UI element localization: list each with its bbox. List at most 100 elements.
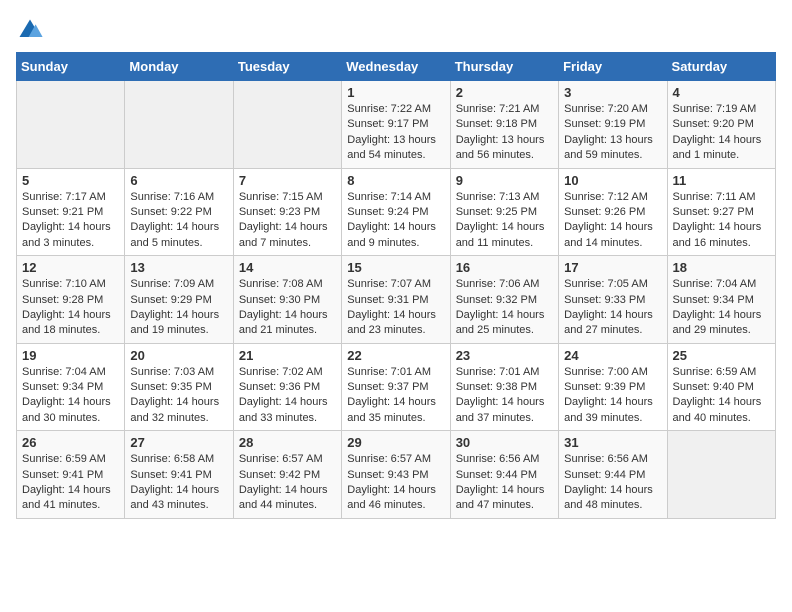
day-info: Sunrise: 7:06 AMSunset: 9:32 PMDaylight:… [456, 277, 553, 339]
day-info-line: Daylight: 14 hours and 43 minutes. [130, 483, 227, 514]
calendar-cell: 10Sunrise: 7:12 AMSunset: 9:26 PMDayligh… [559, 168, 667, 256]
day-info: Sunrise: 7:08 AMSunset: 9:30 PMDaylight:… [239, 277, 336, 339]
weekday-header-tuesday: Tuesday [233, 53, 341, 81]
day-info: Sunrise: 7:13 AMSunset: 9:25 PMDaylight:… [456, 190, 553, 252]
day-number: 25 [673, 348, 770, 363]
day-number: 4 [673, 85, 770, 100]
calendar-cell: 15Sunrise: 7:07 AMSunset: 9:31 PMDayligh… [342, 256, 450, 344]
day-info-line: Sunrise: 7:01 AM [456, 365, 553, 380]
calendar-cell: 2Sunrise: 7:21 AMSunset: 9:18 PMDaylight… [450, 81, 558, 169]
day-number: 26 [22, 435, 119, 450]
day-info-line: Daylight: 14 hours and 30 minutes. [22, 395, 119, 426]
day-info: Sunrise: 6:59 AMSunset: 9:40 PMDaylight:… [673, 365, 770, 427]
day-info-line: Sunrise: 7:03 AM [130, 365, 227, 380]
page-header [16, 16, 776, 44]
week-row-2: 5Sunrise: 7:17 AMSunset: 9:21 PMDaylight… [17, 168, 776, 256]
day-number: 20 [130, 348, 227, 363]
day-info-line: Daylight: 14 hours and 5 minutes. [130, 220, 227, 251]
day-info-line: Sunset: 9:44 PM [564, 468, 661, 483]
day-info-line: Sunrise: 7:04 AM [673, 277, 770, 292]
day-info: Sunrise: 7:10 AMSunset: 9:28 PMDaylight:… [22, 277, 119, 339]
logo [16, 16, 48, 44]
day-number: 19 [22, 348, 119, 363]
day-info-line: Sunset: 9:35 PM [130, 380, 227, 395]
day-info-line: Daylight: 14 hours and 27 minutes. [564, 308, 661, 339]
calendar-cell: 9Sunrise: 7:13 AMSunset: 9:25 PMDaylight… [450, 168, 558, 256]
day-info-line: Sunset: 9:18 PM [456, 117, 553, 132]
day-info-line: Sunrise: 7:13 AM [456, 190, 553, 205]
day-info-line: Daylight: 14 hours and 29 minutes. [673, 308, 770, 339]
day-number: 10 [564, 173, 661, 188]
day-number: 31 [564, 435, 661, 450]
day-number: 27 [130, 435, 227, 450]
calendar-cell: 28Sunrise: 6:57 AMSunset: 9:42 PMDayligh… [233, 431, 341, 519]
day-info-line: Sunset: 9:39 PM [564, 380, 661, 395]
day-info: Sunrise: 7:04 AMSunset: 9:34 PMDaylight:… [22, 365, 119, 427]
day-info-line: Daylight: 14 hours and 46 minutes. [347, 483, 444, 514]
calendar-cell [125, 81, 233, 169]
day-info-line: Sunset: 9:17 PM [347, 117, 444, 132]
day-info-line: Sunset: 9:24 PM [347, 205, 444, 220]
day-info-line: Sunset: 9:42 PM [239, 468, 336, 483]
calendar-cell: 20 Sunrise: 7:03 AMSunset: 9:35 PMDayligh… [125, 343, 233, 431]
day-info-line: Sunset: 9:23 PM [239, 205, 336, 220]
calendar-cell [667, 431, 775, 519]
week-row-4: 19 Sunrise: 7:04 AMSunset: 9:34 PMDayligh… [17, 343, 776, 431]
day-info-line: Daylight: 14 hours and 11 minutes. [456, 220, 553, 251]
day-info: Sunrise: 7:20 AMSunset: 9:19 PMDaylight:… [564, 102, 661, 164]
weekday-header-friday: Friday [559, 53, 667, 81]
day-info-line: Sunrise: 7:22 AM [347, 102, 444, 117]
day-info-line: Sunset: 9:44 PM [456, 468, 553, 483]
day-number: 18 [673, 260, 770, 275]
day-info-line: Daylight: 14 hours and 19 minutes. [130, 308, 227, 339]
day-info-line: Daylight: 14 hours and 39 minutes. [564, 395, 661, 426]
day-info-line: Sunset: 9:37 PM [347, 380, 444, 395]
day-number: 21 [239, 348, 336, 363]
calendar-cell: 3 Sunrise: 7:20 AMSunset: 9:19 PMDaylight… [559, 81, 667, 169]
day-info: Sunrise: 7:16 AMSunset: 9:22 PMDaylight:… [130, 190, 227, 252]
calendar-cell: 16Sunrise: 7:06 AMSunset: 9:32 PMDayligh… [450, 256, 558, 344]
day-info-line: Sunrise: 7:17 AM [22, 190, 119, 205]
day-info-line: Sunrise: 6:56 AM [564, 452, 661, 467]
calendar-cell: 12Sunrise: 7:10 AMSunset: 9:28 PMDayligh… [17, 256, 125, 344]
day-info-line: Sunrise: 7:11 AM [673, 190, 770, 205]
calendar-cell: 5Sunrise: 7:17 AMSunset: 9:21 PMDaylight… [17, 168, 125, 256]
day-info-line: Daylight: 13 hours and 59 minutes. [564, 133, 661, 164]
day-info-line: Sunrise: 7:05 AM [564, 277, 661, 292]
day-info-line: Sunset: 9:26 PM [564, 205, 661, 220]
day-info: Sunrise: 7:15 AMSunset: 9:23 PMDaylight:… [239, 190, 336, 252]
day-info-line: Daylight: 14 hours and 32 minutes. [130, 395, 227, 426]
day-info: Sunrise: 6:59 AMSunset: 9:41 PMDaylight:… [22, 452, 119, 514]
calendar-cell: 8Sunrise: 7:14 AMSunset: 9:24 PMDaylight… [342, 168, 450, 256]
day-number: 28 [239, 435, 336, 450]
day-info-line: Sunset: 9:27 PM [673, 205, 770, 220]
day-info-line: Daylight: 14 hours and 48 minutes. [564, 483, 661, 514]
week-row-5: 26 Sunrise: 6:59 AMSunset: 9:41 PMDayligh… [17, 431, 776, 519]
day-info-line: Daylight: 14 hours and 9 minutes. [347, 220, 444, 251]
day-number: 5 [22, 173, 119, 188]
day-info-line: Sunset: 9:28 PM [22, 293, 119, 308]
day-info-line: Sunrise: 7:06 AM [456, 277, 553, 292]
day-number: 15 [347, 260, 444, 275]
day-info-line: Sunrise: 7:09 AM [130, 277, 227, 292]
day-info-line: Daylight: 14 hours and 44 minutes. [239, 483, 336, 514]
day-info-line: Daylight: 13 hours and 54 minutes. [347, 133, 444, 164]
week-row-1: 1Sunrise: 7:22 AMSunset: 9:17 PMDaylight… [17, 81, 776, 169]
calendar-cell [233, 81, 341, 169]
calendar-cell: 27Sunrise: 6:58 AMSunset: 9:41 PMDayligh… [125, 431, 233, 519]
day-number: 24 [564, 348, 661, 363]
calendar-cell: 19 Sunrise: 7:04 AMSunset: 9:34 PMDayligh… [17, 343, 125, 431]
day-info-line: Sunset: 9:25 PM [456, 205, 553, 220]
day-info: Sunrise: 7:01 AMSunset: 9:37 PMDaylight:… [347, 365, 444, 427]
day-info-line: Sunset: 9:43 PM [347, 468, 444, 483]
day-info: Sunrise: 7:11 AMSunset: 9:27 PMDaylight:… [673, 190, 770, 252]
calendar-cell: 23Sunrise: 7:01 AMSunset: 9:38 PMDayligh… [450, 343, 558, 431]
day-info-line: Sunset: 9:20 PM [673, 117, 770, 132]
day-info-line: Sunrise: 7:10 AM [22, 277, 119, 292]
weekday-header-wednesday: Wednesday [342, 53, 450, 81]
day-info: Sunrise: 6:56 AMSunset: 9:44 PMDaylight:… [456, 452, 553, 514]
day-info: Sunrise: 7:05 AMSunset: 9:33 PMDaylight:… [564, 277, 661, 339]
day-number: 3 [564, 85, 661, 100]
day-info-line: Daylight: 14 hours and 35 minutes. [347, 395, 444, 426]
calendar-cell: 17Sunrise: 7:05 AMSunset: 9:33 PMDayligh… [559, 256, 667, 344]
